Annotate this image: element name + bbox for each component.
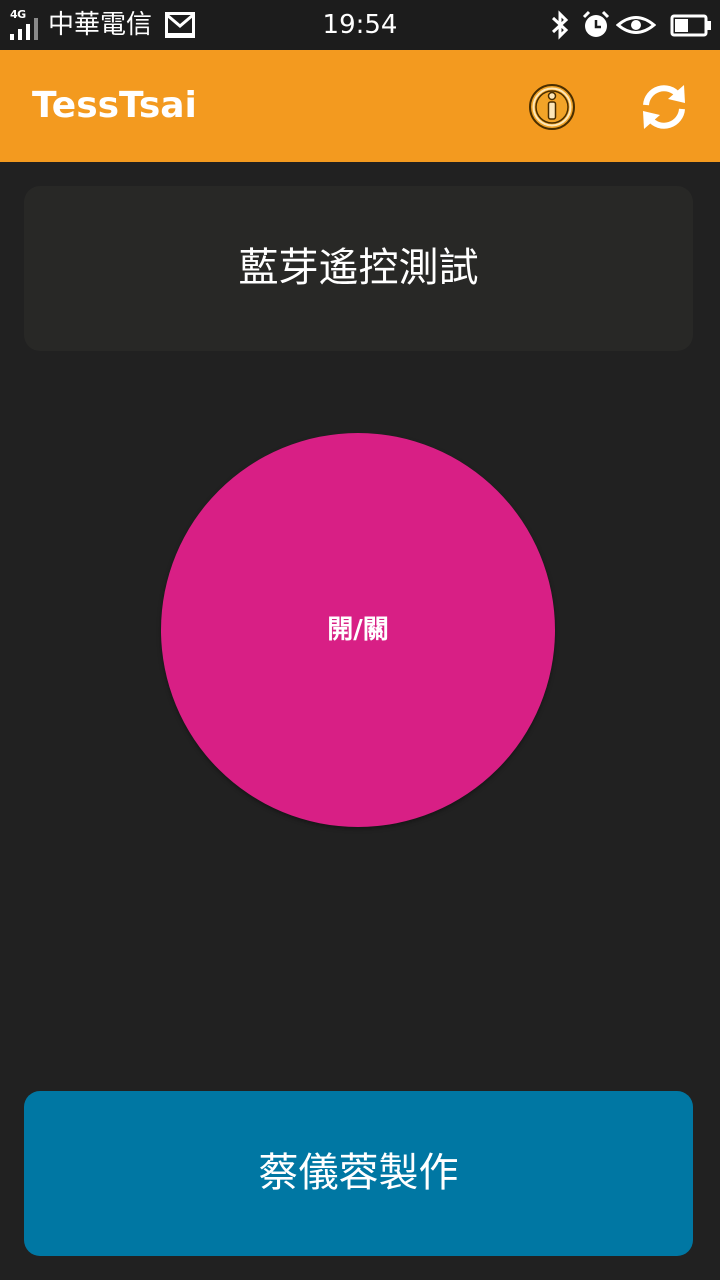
- app-bar: TessTsai: [0, 50, 720, 162]
- battery-icon: [670, 14, 711, 37]
- footer-panel: 蔡儀蓉製作: [24, 1091, 693, 1256]
- bluetooth-icon: [551, 10, 569, 40]
- status-bar: 4G 中華電信 19:54: [0, 0, 720, 50]
- app-title: TessTsai: [32, 85, 197, 126]
- power-toggle-label: 開/關: [327, 615, 389, 645]
- info-icon[interactable]: [527, 82, 577, 132]
- alarm-icon: [582, 10, 610, 37]
- footer-credit: 蔡儀蓉製作: [258, 1150, 459, 1196]
- eye-icon: [616, 16, 656, 34]
- power-toggle-button[interactable]: 開/關: [161, 433, 555, 827]
- status-clock: 19:54: [322, 10, 398, 40]
- heading-card: 藍芽遙控測試: [24, 186, 693, 351]
- refresh-icon[interactable]: [638, 81, 690, 133]
- page-heading: 藍芽遙控測試: [238, 245, 479, 291]
- app-screen: 4G 中華電信 19:54 TessTsai 藍芽遙控測試 開/關 蔡儀蓉製作: [0, 0, 720, 1280]
